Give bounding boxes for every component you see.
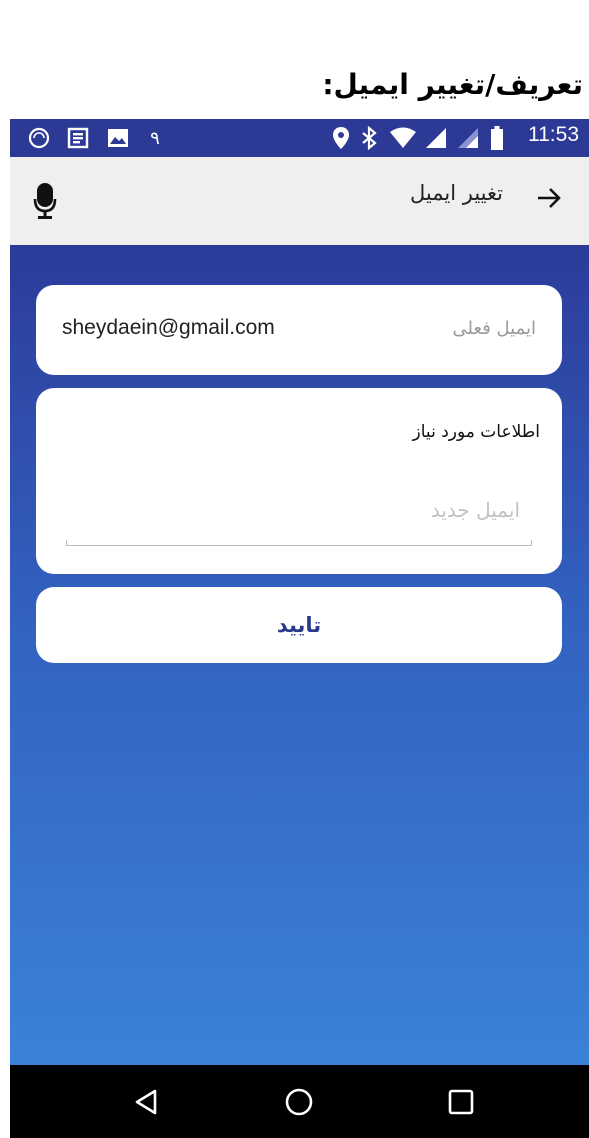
current-email-value: sheydaein@gmail.com	[62, 316, 275, 339]
required-info-label: اطلاعات مورد نیاز	[412, 422, 540, 442]
wifi-icon	[388, 125, 418, 151]
input-underline	[66, 540, 532, 546]
notification-digit: ۹	[150, 127, 160, 149]
new-email-input[interactable]	[66, 488, 532, 532]
back-triangle-icon[interactable]	[127, 1083, 165, 1121]
content-area: sheydaein@gmail.com ایمیل فعلی اطلاعات م…	[10, 245, 589, 1065]
app-title: تغییر ایمیل	[410, 181, 503, 205]
confirm-label: تایید	[276, 613, 322, 637]
arrow-right-icon[interactable]	[535, 184, 563, 212]
current-email-card: sheydaein@gmail.com ایمیل فعلی	[36, 285, 562, 375]
sync-icon	[26, 125, 52, 151]
bluetooth-icon	[360, 125, 378, 151]
image-icon	[106, 125, 130, 151]
confirm-button[interactable]: تایید	[36, 587, 562, 663]
current-email-label: ایمیل فعلی	[452, 318, 536, 339]
status-bar: ۹ 11:53	[10, 119, 589, 157]
new-email-card: اطلاعات مورد نیاز	[36, 388, 562, 574]
phone-screen: ۹ 11:53 تغییر ایمیل sheydaein@gmail.com …	[10, 119, 589, 1138]
battery-icon	[490, 125, 504, 151]
signal-icon	[424, 125, 448, 151]
app-bar: تغییر ایمیل	[10, 157, 589, 245]
location-icon	[332, 125, 350, 151]
signal-icon-2	[456, 125, 480, 151]
notes-icon	[66, 125, 90, 151]
recents-square-icon[interactable]	[442, 1083, 480, 1121]
page-heading: تعریف/تغییر ایمیل:	[322, 68, 583, 101]
status-time: 11:53	[528, 123, 579, 146]
nav-bar	[10, 1065, 589, 1138]
home-circle-icon[interactable]	[280, 1083, 318, 1121]
microphone-icon[interactable]	[32, 181, 58, 221]
